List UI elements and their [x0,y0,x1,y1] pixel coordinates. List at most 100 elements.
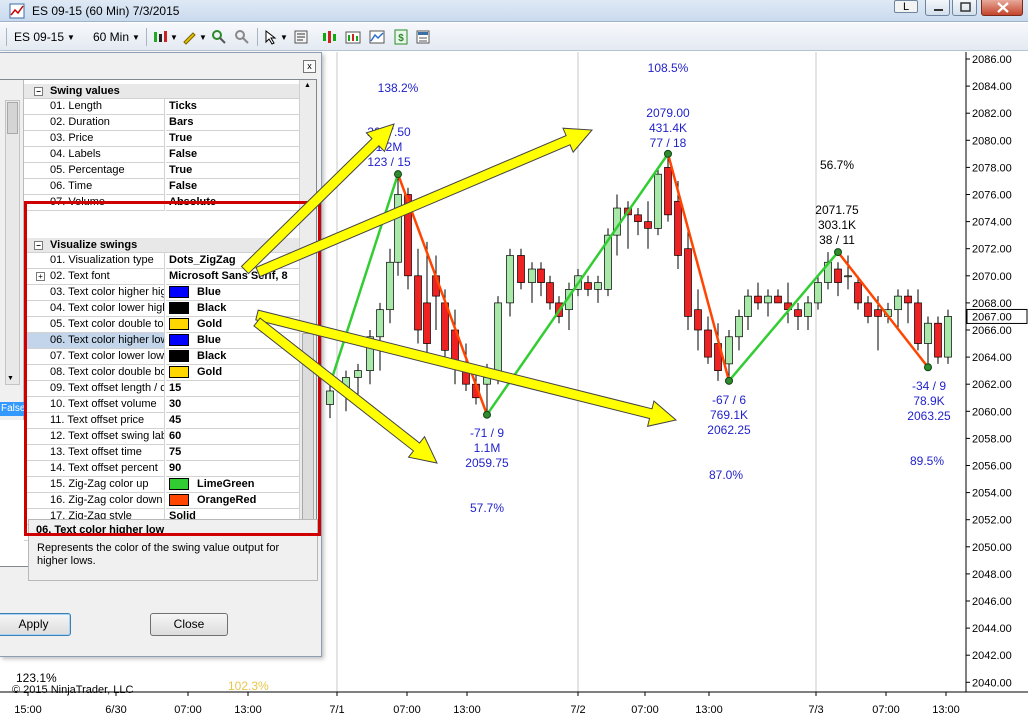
property-row[interactable]: 03. Price True [24,131,299,147]
property-value-text: False [169,148,198,160]
swing-value-label: 87.0% [709,468,743,482]
property-value[interactable]: Black [166,349,299,365]
property-value[interactable]: LimeGreen [166,477,299,493]
property-value[interactable]: 60 [166,429,299,445]
property-row[interactable]: 05. Text color double tops Gold [24,317,299,333]
property-category[interactable]: − Visualize swings [24,238,299,253]
zoom-in-icon[interactable] [211,29,227,45]
close-window-button[interactable] [981,0,1023,16]
candle-body [366,336,374,371]
collapse-icon[interactable]: − [34,241,43,250]
property-value[interactable]: 30 [166,397,299,413]
link-button[interactable]: L [894,0,918,13]
property-name: 15. Zig-Zag color up [24,477,165,493]
candle-body [804,302,812,317]
zoom-out-icon[interactable] [234,29,250,45]
property-value[interactable]: Microsoft Sans Serif, 8 [166,269,299,285]
property-value[interactable]: False [166,147,299,163]
property-value-text: OrangeRed [197,494,257,506]
price-tick-label: 2050.00 [972,542,1012,554]
property-value[interactable]: Gold [166,365,299,381]
scroll-down-icon[interactable]: ▼ [7,375,14,382]
strategies-icon[interactable]: $ [393,29,409,45]
dropdown-arrow-icon[interactable]: ▼ [199,27,207,47]
property-value[interactable]: Ticks [166,99,299,115]
property-grid-scrollbar[interactable]: ▲ ▼ [299,80,316,566]
property-row[interactable]: 12. Text offset swing labels 60 [24,429,299,445]
scroll-thumb[interactable] [7,102,18,134]
property-value[interactable]: 90 [166,461,299,477]
bar-type-icon[interactable] [152,29,168,45]
property-row[interactable]: 09. Text offset length / duration 15 [24,381,299,397]
property-value[interactable]: 15 [166,381,299,397]
dropdown-arrow-icon[interactable]: ▼ [170,27,178,47]
property-value[interactable]: 45 [166,413,299,429]
property-value-text: Black [197,350,227,362]
indicator-list-scrollbar[interactable]: ▼ [5,100,20,385]
minimize-button[interactable] [925,0,950,16]
selected-value-cell[interactable]: False [0,402,25,416]
swing-dot [924,363,932,372]
interval-selector[interactable]: 60 Min ▼ [93,27,140,47]
property-value[interactable]: Blue [166,333,299,349]
property-value[interactable]: 75 [166,445,299,461]
property-value[interactable]: True [166,163,299,179]
property-row[interactable]: 06. Time False [24,179,299,195]
property-row[interactable]: 04. Labels False [24,147,299,163]
window-title: ES 09-15 (60 Min) 7/3/2015 [32,4,180,18]
property-row[interactable]: 13. Text offset time 75 [24,445,299,461]
color-swatch [169,494,189,506]
restore-icon [960,2,971,12]
property-row[interactable]: 01. Length Ticks [24,99,299,115]
property-category[interactable]: − Swing values [24,84,299,99]
property-row[interactable]: 06. Text color higher lows Blue [24,333,299,349]
property-row[interactable]: 07. Volume Absolute [24,195,299,211]
chart-style-icon[interactable] [321,29,337,45]
data-box-icon[interactable] [415,29,431,45]
maximize-button[interactable] [952,0,977,16]
pointer-icon[interactable] [263,29,279,45]
property-row[interactable]: 14. Text offset percent 90 [24,461,299,477]
toolbar-separator [257,28,258,46]
properties-icon[interactable] [293,29,309,45]
price-tick-label: 2054.00 [972,488,1012,500]
property-value[interactable]: Blue [166,285,299,301]
property-row[interactable]: 02. Duration Bars [24,115,299,131]
property-grid[interactable]: ▼ False − Swing values 01. Length Ticks 02. … [0,79,317,567]
close-button[interactable]: Close [150,613,228,636]
property-row[interactable]: 08. Text color double bottoms Gold [24,365,299,381]
property-value-text: Blue [197,286,221,298]
property-value[interactable]: False [166,179,299,195]
instrument-selector[interactable]: ES 09-15 ▼ [14,27,75,47]
candle-body [483,377,491,385]
expand-icon[interactable]: + [36,272,45,281]
property-row[interactable]: 16. Zig-Zag color down OrangeRed [24,493,299,509]
property-row[interactable]: 01. Visualization type Dots_ZigZag [24,253,299,269]
color-swatch [169,366,189,378]
property-value-text: Ticks [169,100,197,112]
close-icon[interactable]: x [303,60,316,73]
indicators-icon[interactable] [369,29,385,45]
property-value[interactable]: Absolute [166,195,299,211]
property-row[interactable]: 07. Text color lower lows Black [24,349,299,365]
property-row[interactable]: 05. Percentage True [24,163,299,179]
apply-button[interactable]: Apply [0,613,71,636]
property-row[interactable]: 11. Text offset price 45 [24,413,299,429]
drawing-pencil-icon[interactable] [181,29,197,45]
property-value[interactable]: Bars [166,115,299,131]
property-value[interactable]: Black [166,301,299,317]
collapse-icon[interactable]: − [34,87,43,96]
dropdown-arrow-icon[interactable]: ▼ [280,27,288,47]
property-row[interactable]: 03. Text color higher highs Blue [24,285,299,301]
property-value[interactable]: OrangeRed [166,493,299,509]
property-value[interactable]: Dots_ZigZag [166,253,299,269]
property-row[interactable]: 10. Text offset volume 30 [24,397,299,413]
property-value-text: 45 [169,414,182,426]
property-value[interactable]: Gold [166,317,299,333]
property-row[interactable]: 04. Text color lower highs Black [24,301,299,317]
property-row[interactable]: 02. Text font + Microsoft Sans Serif, 8 [24,269,299,285]
data-series-icon[interactable] [345,29,361,45]
property-row[interactable]: 15. Zig-Zag color up LimeGreen [24,477,299,493]
scroll-up-icon[interactable]: ▲ [304,82,311,89]
property-value[interactable]: True [166,131,299,147]
